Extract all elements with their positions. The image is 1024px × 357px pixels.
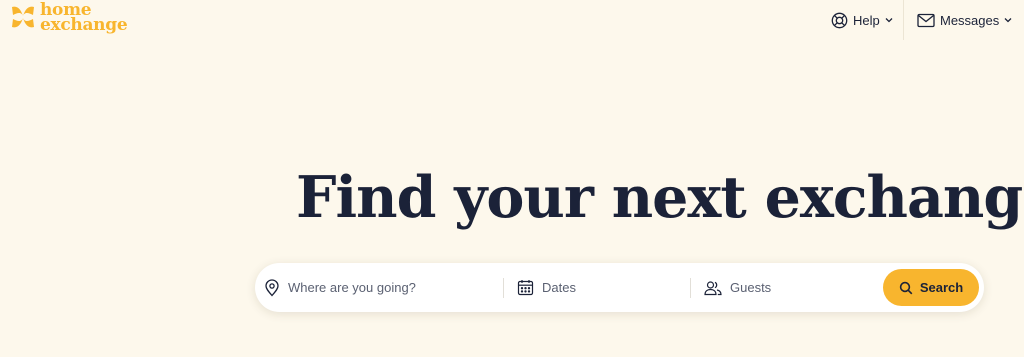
messages-menu-button[interactable]: Messages [917, 9, 1012, 31]
users-icon [704, 280, 722, 296]
guests-field[interactable]: Guests [704, 263, 874, 312]
top-nav: home exchange Help Messages [0, 0, 1024, 40]
hero-title: Find your next exchange [296, 164, 1024, 231]
dates-label: Dates [542, 280, 576, 295]
page: home exchange Help Messages Find your ne… [0, 0, 1024, 357]
brand-logo[interactable]: home exchange [10, 2, 128, 35]
guests-label: Guests [730, 280, 772, 295]
envelope-icon [917, 13, 935, 28]
help-menu-button[interactable]: Help [831, 9, 893, 31]
field-separator [690, 278, 691, 298]
field-separator [503, 278, 504, 298]
chevron-down-icon [1004, 17, 1012, 23]
location-pin-icon [264, 278, 280, 297]
brand-wordmark: home exchange [40, 2, 128, 35]
search-icon [899, 281, 913, 295]
lifebuoy-icon [831, 12, 848, 29]
search-button[interactable]: Search [883, 269, 979, 306]
homeexchange-logo-icon [12, 6, 34, 28]
destination-field[interactable]: Where are you going? [264, 263, 500, 312]
destination-placeholder: Where are you going? [288, 280, 416, 295]
dates-field[interactable]: Dates [517, 263, 687, 312]
calendar-icon [517, 279, 534, 296]
hero: Find your next exchange [296, 160, 1024, 240]
search-button-label: Search [919, 280, 964, 295]
chevron-down-icon [885, 17, 893, 23]
messages-label: Messages [940, 12, 1000, 28]
brand-line2: exchange [40, 15, 128, 35]
search-bar: Where are you going? Dates Guests Search [255, 263, 984, 312]
nav-divider [903, 0, 904, 40]
help-label: Help [853, 12, 880, 28]
